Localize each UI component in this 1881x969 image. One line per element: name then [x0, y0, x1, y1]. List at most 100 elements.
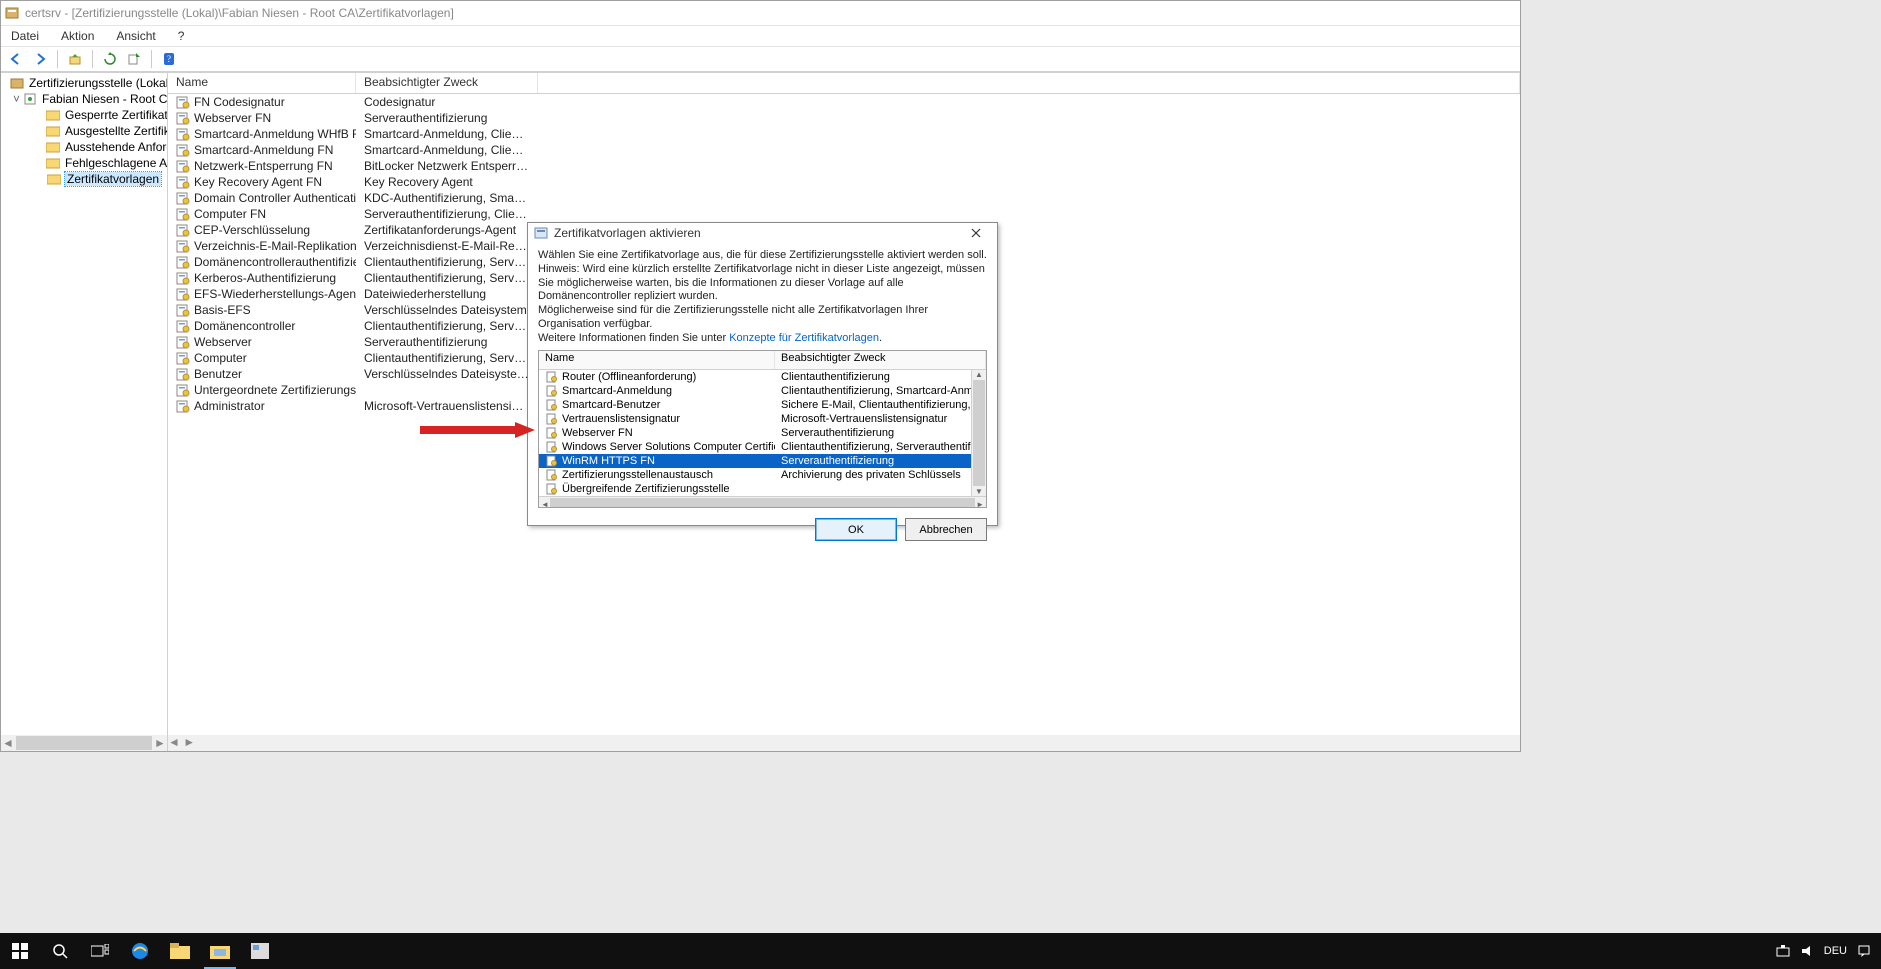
- tree-root[interactable]: Zertifizierungsstelle (Lokal): [1, 75, 167, 91]
- dialog-list-row[interactable]: Smartcard-BenutzerSichere E-Mail, Client…: [539, 398, 971, 412]
- cancel-button[interactable]: Abbrechen: [905, 518, 987, 541]
- certificate-template-icon: [545, 440, 559, 454]
- folder-icon: [46, 140, 60, 154]
- list-cell-name: CEP-Verschlüsselung: [194, 223, 310, 237]
- list-cell-purpose: Clientauthentifizierung, Serverauthenti.…: [356, 271, 538, 285]
- list-cell-purpose: Serverauthentifizierung, Clientauthentif…: [356, 207, 538, 221]
- list-cell-purpose: Zertifikatanforderungs-Agent: [356, 223, 538, 237]
- dialog-list-row[interactable]: Router (Offlineanforderung)Clientauthent…: [539, 370, 971, 384]
- titlebar: certsrv - [Zertifizierungsstelle (Lokal)…: [1, 1, 1520, 26]
- taskbar-app[interactable]: [240, 933, 280, 969]
- certificate-template-icon: [176, 191, 190, 205]
- certificate-template-icon: [545, 384, 559, 398]
- list-cell-name: Domänencontroller: [194, 319, 295, 333]
- column-name[interactable]: Name: [168, 73, 356, 93]
- list-row[interactable]: FN CodesignaturCodesignatur: [168, 94, 1520, 110]
- list-cell-name: Kerberos-Authentifizierung: [194, 271, 336, 285]
- tree-revoked[interactable]: Gesperrte Zertifikate: [1, 107, 167, 123]
- dialog-help-link[interactable]: Konzepte für Zertifikatvorlagen: [729, 332, 879, 344]
- dialog-vertical-scrollbar[interactable]: ▲ ▼: [971, 370, 986, 496]
- dialog-list-row[interactable]: Webserver FNServerauthentifizierung: [539, 426, 971, 440]
- column-blank: [538, 73, 1520, 93]
- list-cell-name: Key Recovery Agent FN: [194, 175, 322, 189]
- dialog-cell-name: Zertifizierungsstellenaustausch: [562, 469, 713, 481]
- taskbar-ie[interactable]: [120, 933, 160, 969]
- list-row[interactable]: Smartcard-Anmeldung WHfB FNSmartcard-Anm…: [168, 126, 1520, 142]
- forward-button[interactable]: [31, 50, 49, 68]
- up-button[interactable]: [66, 50, 84, 68]
- certificate-template-icon: [176, 207, 190, 221]
- dialog-list-row[interactable]: Smartcard-AnmeldungClientauthentifizieru…: [539, 384, 971, 398]
- list-row[interactable]: Computer FNServerauthentifizierung, Clie…: [168, 206, 1520, 222]
- list-cell-name: FN Codesignatur: [194, 95, 285, 109]
- tray-language[interactable]: DEU: [1824, 945, 1847, 957]
- certificate-template-icon: [176, 175, 190, 189]
- dialog-column-name[interactable]: Name: [539, 351, 775, 369]
- dialog-horizontal-scrollbar[interactable]: ◄ ►: [539, 496, 986, 507]
- ok-button[interactable]: OK: [815, 518, 897, 541]
- start-button[interactable]: [0, 933, 40, 969]
- certificate-template-icon: [176, 143, 190, 157]
- tray-sound-icon[interactable]: [1800, 944, 1814, 958]
- column-purpose[interactable]: Beabsichtigter Zweck: [356, 73, 538, 93]
- list-row[interactable]: Netzwerk-Entsperrung FNBitLocker Netzwer…: [168, 158, 1520, 174]
- tray-network-icon[interactable]: [1776, 944, 1790, 958]
- refresh-button[interactable]: [101, 50, 119, 68]
- tree-pending[interactable]: Ausstehende Anforderung: [1, 139, 167, 155]
- list-horizontal-scrollbar[interactable]: ◄ ►: [168, 735, 1520, 751]
- dialog-cell-name: Smartcard-Anmeldung: [562, 385, 672, 397]
- list-cell-purpose: BitLocker Netzwerk Entsperrung: [356, 159, 538, 173]
- tree-issued[interactable]: Ausgestellte Zertifikate: [1, 123, 167, 139]
- dialog-list-row[interactable]: WinRM HTTPS FNServerauthentifizierung: [539, 454, 971, 468]
- tree-revoked-label: Gesperrte Zertifikate: [63, 108, 168, 122]
- certificate-template-icon: [176, 223, 190, 237]
- certificate-template-icon: [176, 287, 190, 301]
- menu-help[interactable]: ?: [172, 27, 191, 45]
- dialog-list-body[interactable]: Router (Offlineanforderung)Clientauthent…: [539, 370, 971, 496]
- certificate-template-icon: [176, 159, 190, 173]
- list-cell-purpose: Verschlüsselndes Dateisystem, Sichere E: [356, 367, 538, 381]
- dialog-list-header: Name Beabsichtigter Zweck: [539, 351, 986, 370]
- list-row[interactable]: Key Recovery Agent FNKey Recovery Agent: [168, 174, 1520, 190]
- menu-view[interactable]: Ansicht: [110, 27, 161, 45]
- tree-toggle-icon[interactable]: ˅: [13, 92, 20, 106]
- menu-action[interactable]: Aktion: [55, 27, 100, 45]
- dialog-text-line1: Wählen Sie eine Zertifikatvorlage aus, d…: [538, 249, 987, 263]
- folder-icon: [46, 108, 60, 122]
- list-row[interactable]: Webserver FNServerauthentifizierung: [168, 110, 1520, 126]
- svg-text:?: ?: [167, 54, 171, 64]
- tray-notifications-icon[interactable]: [1857, 944, 1871, 958]
- certificate-template-icon: [176, 255, 190, 269]
- tree-templates[interactable]: Zertifikatvorlagen: [1, 171, 167, 187]
- search-button[interactable]: [40, 933, 80, 969]
- folder-icon: [46, 156, 60, 170]
- menu-file[interactable]: Datei: [5, 27, 45, 45]
- help-button[interactable]: ?: [160, 50, 178, 68]
- dialog-close-button[interactable]: [961, 223, 991, 243]
- toolbar: ?: [1, 46, 1520, 72]
- list-cell-name: Webserver: [194, 335, 252, 349]
- taskview-button[interactable]: [80, 933, 120, 969]
- export-button[interactable]: [125, 50, 143, 68]
- list-cell-name: Computer: [194, 351, 247, 365]
- tree-failed[interactable]: Fehlgeschlagene Anforder: [1, 155, 167, 171]
- dialog-list-row[interactable]: VertrauenslistensignaturMicrosoft-Vertra…: [539, 412, 971, 426]
- tree-ca[interactable]: ˅ Fabian Niesen - Root CA: [1, 91, 167, 107]
- list-row[interactable]: Domain Controller Authentication (K...KD…: [168, 190, 1520, 206]
- taskbar-mmc[interactable]: [200, 933, 240, 969]
- dialog-list-row[interactable]: Übergreifende Zertifizierungsstelle: [539, 482, 971, 496]
- dialog-column-purpose[interactable]: Beabsichtigter Zweck: [775, 351, 986, 369]
- back-button[interactable]: [7, 50, 25, 68]
- dialog-list-row[interactable]: Windows Server Solutions Computer Certif…: [539, 440, 971, 454]
- tree-horizontal-scrollbar[interactable]: ◄ ►: [1, 735, 167, 751]
- dialog-text-line4: Weitere Informationen finden Sie unter K…: [538, 332, 987, 346]
- dialog-button-bar: OK Abbrechen: [528, 508, 997, 549]
- taskbar-explorer[interactable]: [160, 933, 200, 969]
- list-cell-purpose: Clientauthentifizierung, Serverauthenti.…: [356, 255, 538, 269]
- dialog-list-row[interactable]: ZertifizierungsstellenaustauschArchivier…: [539, 468, 971, 482]
- certificate-template-icon: [545, 454, 559, 468]
- list-cell-name: Smartcard-Anmeldung WHfB FN: [194, 127, 356, 141]
- tree-templates-label: Zertifikatvorlagen: [65, 172, 161, 186]
- certificate-template-icon: [176, 383, 190, 397]
- list-row[interactable]: Smartcard-Anmeldung FNSmartcard-Anmeldun…: [168, 142, 1520, 158]
